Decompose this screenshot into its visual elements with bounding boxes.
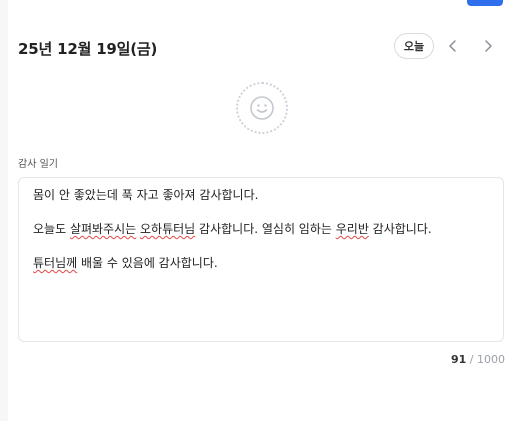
top-action-button[interactable] — [467, 0, 503, 6]
smiley-face-icon — [250, 96, 274, 120]
next-day-button[interactable] — [477, 35, 499, 57]
misspelled-word: 살펴봐주시는 — [69, 222, 137, 236]
journal-text: 감사합니다. — [368, 222, 432, 236]
journal-textarea[interactable]: 몸이 안 좋았는데 푹 자고 좋아져 감사합니다. 오늘도 살펴봐주시는 오하튜… — [18, 177, 504, 342]
journal-line-2: 오늘도 살펴봐주시는 오하튜터님 감사합니다. 열심히 임하는 우리반 감사합니… — [33, 221, 489, 238]
misspelled-word: 튜터님께 — [33, 256, 78, 270]
journal-text: 오늘도 — [33, 222, 70, 236]
journal-text: 감사합니다. 열심히 임하는 — [195, 222, 336, 236]
misspelled-word: 우리반 — [335, 222, 369, 236]
character-count: 91 — [450, 353, 467, 366]
journal-line-3: 튜터님께 배울 수 있음에 감사합니다. — [33, 255, 489, 272]
chevron-right-icon — [485, 40, 492, 52]
date-header: 25년 12월 19일(금) 오늘 — [18, 30, 504, 64]
today-button[interactable]: 오늘 — [394, 33, 434, 59]
prev-day-button[interactable] — [442, 35, 464, 57]
journal-blank-line — [33, 238, 489, 255]
misspelled-word: 오하튜터님 — [140, 222, 196, 236]
left-rail — [0, 0, 8, 421]
date-title: 25년 12월 19일(금) — [18, 40, 158, 58]
journal-blank-line — [33, 204, 489, 221]
journal-label: 감사 일기 — [18, 159, 58, 170]
counter-separator: / — [466, 353, 477, 366]
journal-text: 배울 수 있음에 감사합니다. — [77, 256, 218, 270]
character-limit: 1000 — [477, 353, 505, 366]
journal-line-1: 몸이 안 좋았는데 푹 자고 좋아져 감사합니다. — [33, 188, 259, 202]
mood-picker[interactable] — [236, 82, 288, 134]
character-counter: 91 / 1000 — [451, 353, 505, 366]
chevron-left-icon — [449, 40, 456, 52]
